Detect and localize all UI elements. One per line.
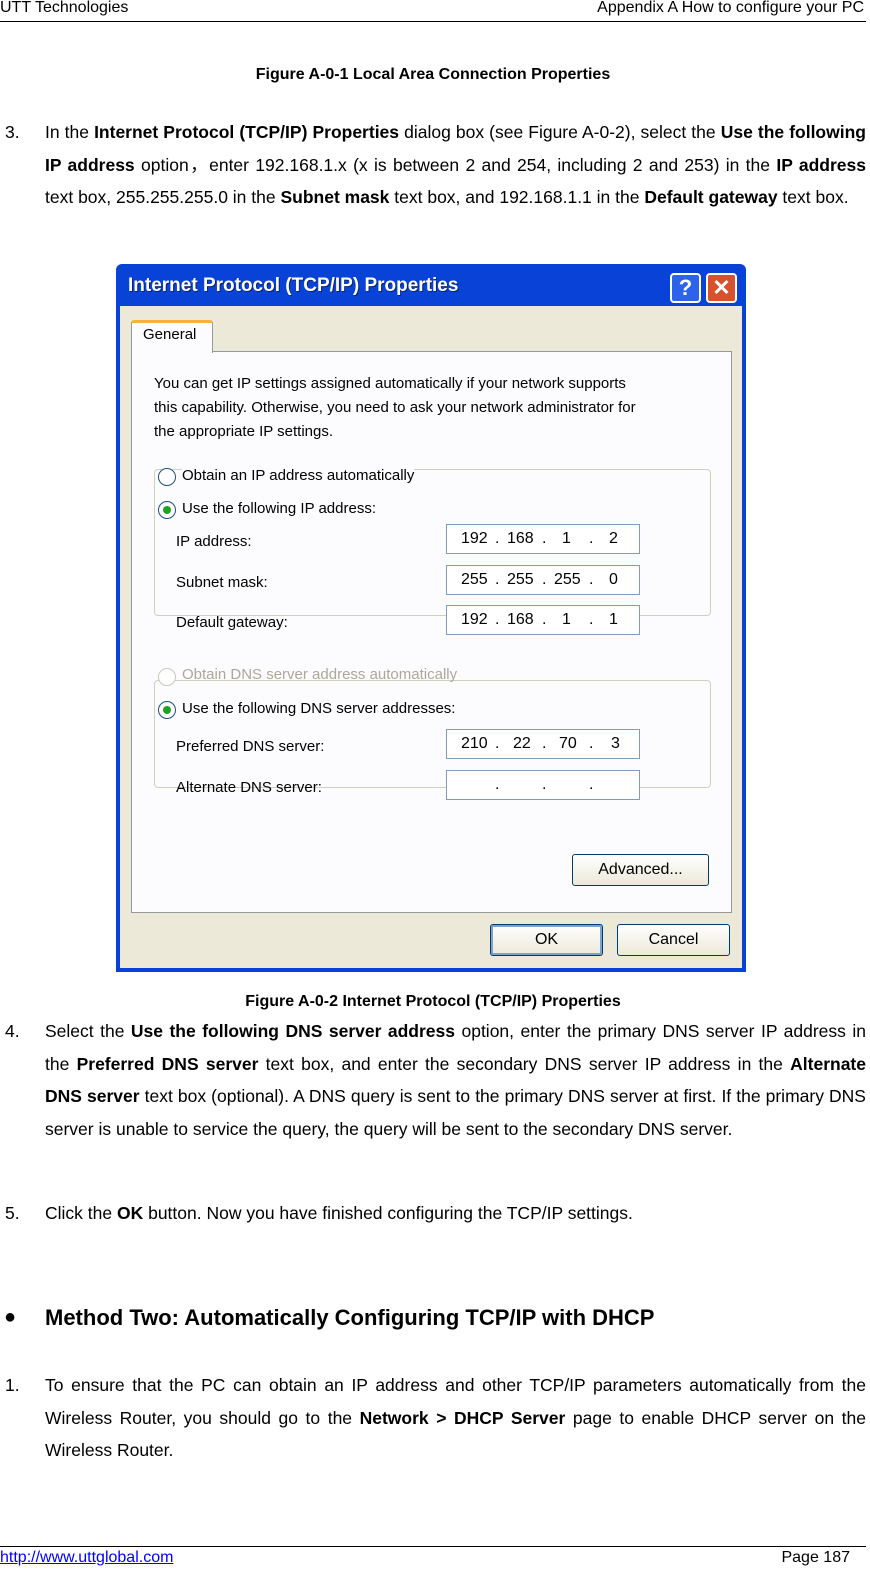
- step-number: 3.: [5, 122, 20, 142]
- step-number: 1.: [5, 1375, 20, 1395]
- alternate-dns-input[interactable]: ...: [446, 770, 640, 800]
- close-icon[interactable]: ✕: [706, 273, 737, 303]
- radio-label: Obtain DNS server address automatically: [182, 666, 458, 683]
- subnet-mask-label: Subnet mask:: [176, 574, 268, 591]
- step-number: 4.: [5, 1021, 20, 1041]
- radio-label: Use the following IP address:: [182, 500, 382, 517]
- advanced-button[interactable]: Advanced...: [572, 854, 709, 886]
- step-3-text: In the Internet Protocol (TCP/IP) Proper…: [45, 122, 867, 207]
- step-number: 5.: [5, 1203, 20, 1223]
- step-5-text: Click the OK button. Now you have finish…: [45, 1203, 633, 1223]
- step-4-text: Select the Use the following DNS server …: [45, 1021, 866, 1139]
- radio-obtain-ip-auto[interactable]: [158, 468, 176, 486]
- help-icon[interactable]: ?: [670, 273, 701, 303]
- tcpip-properties-dialog: Internet Protocol (TCP/IP) Properties ? …: [116, 264, 746, 972]
- header-chapter: Appendix A How to configure your PC: [597, 0, 864, 16]
- dialog-client: General You can get IP settings assigned…: [120, 306, 742, 968]
- default-gateway-label: Default gateway:: [176, 614, 288, 631]
- preferred-dns-input[interactable]: 210. 22. 70. 3: [446, 729, 640, 759]
- figure-caption-2: Figure A-0-2 Internet Protocol (TCP/IP) …: [245, 993, 621, 1010]
- dialog-title: Internet Protocol (TCP/IP) Properties: [128, 275, 459, 296]
- bullet-icon: ●: [4, 1306, 17, 1328]
- radio-label: Use the following DNS server addresses:: [182, 700, 462, 717]
- description-text: You can get IP settings assigned automat…: [154, 375, 636, 440]
- cancel-button[interactable]: Cancel: [617, 924, 730, 956]
- header-company: UTT Technologies: [0, 0, 129, 16]
- header-rule: [0, 21, 866, 22]
- tab-general[interactable]: General: [131, 320, 213, 353]
- ok-button[interactable]: OK: [490, 924, 603, 956]
- step-1-text: To ensure that the PC can obtain an IP a…: [45, 1375, 866, 1460]
- default-gateway-input[interactable]: 192. 168. 1. 1: [446, 605, 640, 635]
- radio-use-following-ip[interactable]: [158, 501, 176, 519]
- website-link[interactable]: http://www.uttglobal.com: [0, 1549, 173, 1567]
- radio-use-following-dns[interactable]: [158, 701, 176, 719]
- radio-obtain-dns-auto[interactable]: [158, 668, 176, 686]
- alternate-dns-label: Alternate DNS server:: [176, 779, 322, 796]
- page-number: Page 187: [781, 1549, 850, 1566]
- footer-rule: [0, 1546, 866, 1547]
- preferred-dns-label: Preferred DNS server:: [176, 738, 325, 755]
- section-heading: Method Two: Automatically Configuring TC…: [45, 1305, 655, 1330]
- radio-label: Obtain an IP address automatically: [182, 467, 415, 484]
- subnet-mask-input[interactable]: 255. 255. 255. 0: [446, 565, 640, 595]
- ip-address-input[interactable]: 192. 168. 1. 2: [446, 524, 640, 554]
- general-panel: You can get IP settings assigned automat…: [131, 351, 732, 913]
- ip-address-label: IP address:: [176, 533, 252, 550]
- figure-caption-1: Figure A-0-1 Local Area Connection Prope…: [255, 66, 611, 83]
